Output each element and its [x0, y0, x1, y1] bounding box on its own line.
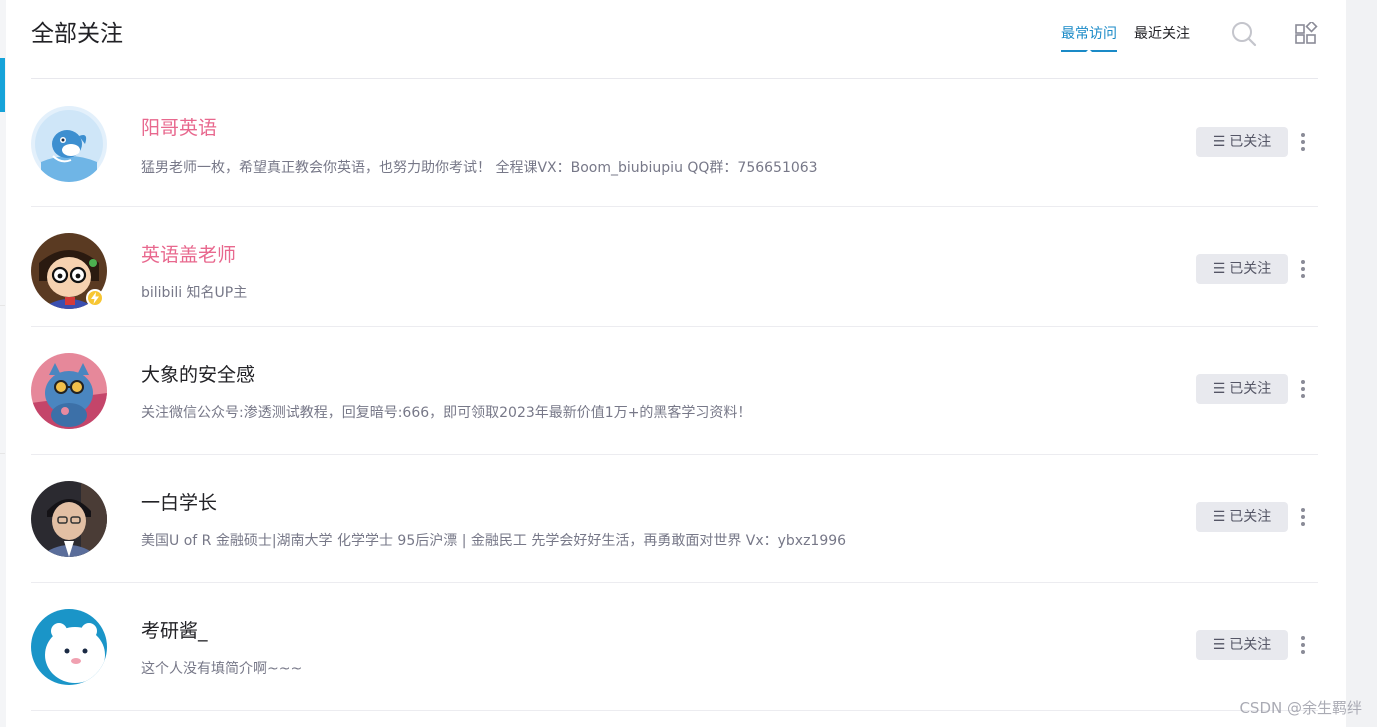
user-name[interactable]: 一白学长 [141, 490, 217, 516]
followed-button-label: 已关注 [1229, 134, 1272, 150]
list-item[interactable]: 英语盖老师 bilibili 知名UP主 ☰ 已关注 [31, 207, 1318, 327]
left-nav-active-indicator [0, 58, 5, 112]
menu-icon: ☰ [1212, 381, 1226, 397]
blue-bear-avatar[interactable] [31, 609, 107, 685]
page: 全部关注 最常访问 最近关注 阳哥英语 猛男老师一枚，希望真正教会你英语，也努力… [0, 0, 1377, 727]
followed-button[interactable]: ☰ 已关注 [1196, 502, 1288, 532]
left-divider [0, 305, 5, 306]
more-options-icon[interactable] [1297, 506, 1309, 528]
menu-icon: ☰ [1212, 637, 1226, 653]
blue-cat-sunglasses-avatar[interactable] [31, 353, 107, 429]
followed-button-label: 已关注 [1229, 381, 1272, 397]
person-photo-avatar[interactable] [31, 481, 107, 557]
tab-recently-followed[interactable]: 最近关注 [1134, 24, 1190, 44]
user-name[interactable]: 阳哥英语 [141, 115, 217, 141]
follow-panel: 全部关注 最常访问 最近关注 阳哥英语 猛男老师一枚，希望真正教会你英语，也努力… [6, 0, 1346, 727]
user-description: 这个人没有填简介啊~~~ [141, 661, 303, 677]
lightning-badge-icon [86, 289, 104, 307]
user-name[interactable]: 英语盖老师 [141, 242, 236, 268]
panel-header: 全部关注 最常访问 最近关注 [31, 0, 1318, 79]
user-name[interactable]: 大象的安全感 [141, 362, 255, 388]
user-name[interactable]: 考研酱_ [141, 618, 208, 644]
page-title: 全部关注 [31, 21, 123, 47]
followed-button[interactable]: ☰ 已关注 [1196, 374, 1288, 404]
followed-button-label: 已关注 [1229, 637, 1272, 653]
watermark: CSDN @余生羁绊 [1239, 699, 1362, 717]
search-icon[interactable] [1231, 21, 1257, 47]
menu-icon: ☰ [1212, 134, 1226, 150]
user-description: bilibili 知名UP主 [141, 285, 248, 301]
list-item[interactable]: 考研酱_ 这个人没有填简介啊~~~ ☰ 已关注 [31, 583, 1318, 711]
dolphin-avatar[interactable] [31, 106, 107, 182]
followed-button-label: 已关注 [1229, 509, 1272, 525]
list-item[interactable]: 阳哥英语 猛男老师一枚，希望真正教会你英语，也努力助你考试！ 全程课VX：Boo… [31, 79, 1318, 207]
scrollbar-track[interactable] [1346, 0, 1377, 727]
followed-button[interactable]: ☰ 已关注 [1196, 254, 1288, 284]
more-options-icon[interactable] [1297, 131, 1309, 153]
tab-most-visited[interactable]: 最常访问 [1061, 24, 1117, 52]
grid-view-icon[interactable] [1294, 20, 1318, 46]
more-options-icon[interactable] [1297, 378, 1309, 400]
followed-button-label: 已关注 [1229, 261, 1272, 277]
list-item[interactable]: 大象的安全感 关注微信公众号:渗透测试教程，回复暗号:666，即可领取2023年… [31, 327, 1318, 455]
user-description: 美国U of R 金融硕士|湖南大学 化学学士 95后沪漂 | 金融民工 先学会… [141, 533, 847, 549]
more-options-icon[interactable] [1297, 634, 1309, 656]
list-item[interactable]: 一白学长 美国U of R 金融硕士|湖南大学 化学学士 95后沪漂 | 金融民… [31, 455, 1318, 583]
user-description: 关注微信公众号:渗透测试教程，回复暗号:666，即可领取2023年最新价值1万+… [141, 405, 752, 421]
menu-icon: ☰ [1212, 509, 1226, 525]
followed-button[interactable]: ☰ 已关注 [1196, 630, 1288, 660]
left-divider [0, 453, 5, 454]
menu-icon: ☰ [1212, 261, 1226, 277]
followed-button[interactable]: ☰ 已关注 [1196, 127, 1288, 157]
user-description: 猛男老师一枚，希望真正教会你英语，也努力助你考试！ 全程课VX：Boom_biu… [141, 160, 818, 176]
follow-list: 阳哥英语 猛男老师一枚，希望真正教会你英语，也努力助你考试！ 全程课VX：Boo… [31, 79, 1318, 711]
more-options-icon[interactable] [1297, 258, 1309, 280]
